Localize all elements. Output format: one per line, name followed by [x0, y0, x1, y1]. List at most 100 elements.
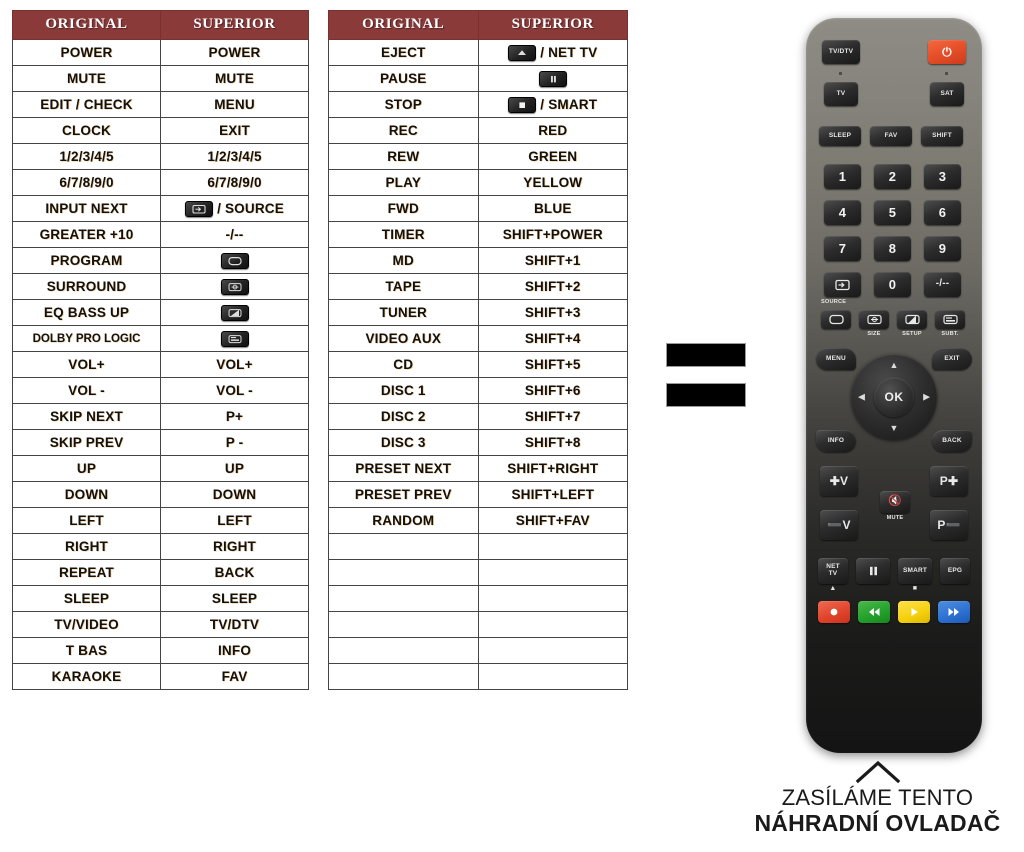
- remote-button-subtitle[interactable]: [935, 310, 965, 329]
- setup-keycap-icon: [220, 278, 249, 295]
- remote-button-5[interactable]: 5: [874, 200, 911, 225]
- stop-icon: ■: [912, 585, 918, 592]
- remote-button-program-up[interactable]: P ✚: [930, 466, 968, 496]
- remote-button-source[interactable]: [824, 272, 861, 297]
- remote-button-power[interactable]: ⏻: [928, 40, 966, 64]
- cell-original: 6/7/8/9/0: [12, 169, 161, 196]
- stop-keycap-icon: [508, 96, 537, 113]
- remote-button-mute[interactable]: 🔇: [880, 491, 910, 513]
- setup-icon: [904, 314, 920, 325]
- remote-button-2[interactable]: 2: [874, 164, 911, 189]
- dpad-right-icon[interactable]: ▶: [923, 392, 930, 402]
- size-keycap-icon: [220, 252, 249, 269]
- remote-button-8[interactable]: 8: [874, 236, 911, 261]
- remote-button-volume-down[interactable]: ➖ V: [820, 510, 858, 540]
- dpad-up-icon[interactable]: ▲: [890, 361, 899, 370]
- table-row: REW GREEN: [328, 143, 628, 170]
- remote-button-sat[interactable]: SAT: [930, 82, 964, 106]
- cell-superior: SHIFT+2: [477, 273, 628, 300]
- remote-button-fav[interactable]: FAV: [870, 126, 912, 146]
- remote-button-sleep[interactable]: SLEEP: [819, 126, 861, 146]
- cell-superior: [160, 299, 309, 326]
- remote-button-4[interactable]: 4: [824, 200, 861, 225]
- table-row: POWER POWER: [12, 39, 309, 66]
- table-row: MD SHIFT+1: [328, 247, 628, 274]
- cell-superior: GREEN: [477, 143, 628, 170]
- cell-superior-text: / SOURCE: [217, 201, 284, 216]
- cell-superior: SHIFT+POWER: [477, 221, 628, 248]
- cell-superior: [477, 533, 628, 560]
- table-row: EJECT / NET TV: [328, 39, 628, 66]
- cell-original: POWER: [12, 39, 161, 66]
- remote-button-epg[interactable]: EPG: [940, 558, 970, 584]
- caption-block: ZASÍLÁME TENTO NÁHRADNÍ OVLADAČ: [735, 760, 1020, 838]
- cell-original: GREATER +10: [12, 221, 161, 248]
- remote-button-smart[interactable]: SMART: [898, 558, 932, 584]
- cell-original: PRESET NEXT: [328, 455, 479, 482]
- cell-original: FWD: [328, 195, 479, 222]
- remote-button-size[interactable]: [859, 310, 889, 329]
- cell-superior: BACK: [160, 559, 309, 586]
- cell-superior: YELLOW: [477, 169, 628, 196]
- remote-button-setup[interactable]: [897, 310, 927, 329]
- dpad-down-icon[interactable]: ▼: [890, 424, 899, 433]
- remote-button-pause[interactable]: [856, 558, 890, 584]
- pause-keycap-icon: [538, 70, 567, 87]
- remote-button-tv[interactable]: TV: [824, 82, 858, 106]
- cell-original: DOLBY PRO LOGIC: [12, 325, 161, 352]
- cell-original: SKIP PREV: [12, 429, 161, 456]
- cell-original: 1/2/3/4/5: [12, 143, 161, 170]
- dpad-left-icon[interactable]: ◀: [858, 392, 865, 402]
- table-row: [328, 611, 628, 638]
- eject-keycap-icon: [508, 44, 537, 61]
- table-row: TAPE SHIFT+2: [328, 273, 628, 300]
- remote-button-menu[interactable]: MENU: [816, 348, 856, 370]
- cell-original: [328, 611, 479, 638]
- remote-button-9[interactable]: 9: [924, 236, 961, 261]
- cell-superior: UP: [160, 455, 309, 482]
- cell-original: [328, 585, 479, 612]
- cell-superior: / SOURCE: [160, 195, 309, 222]
- cell-original: EQ BASS UP: [12, 299, 161, 326]
- subtitle-icon: [942, 314, 958, 325]
- cell-original: UP: [12, 455, 161, 482]
- remote-button-volume-up[interactable]: ✚ V: [820, 466, 858, 496]
- remote-button-program-down[interactable]: P ➖: [930, 510, 968, 540]
- remote-button-7[interactable]: 7: [824, 236, 861, 261]
- remote-button-dash[interactable]: -/--: [924, 272, 961, 297]
- remote-button-1[interactable]: 1: [824, 164, 861, 189]
- remote-button-tv-dtv[interactable]: TV/DTV: [822, 40, 860, 64]
- table-row: VOL+ VOL+: [12, 351, 309, 378]
- remote-body: TV/DTV ⏻ TV SAT SLEEP FAV SHIFT 1 2 3 4 …: [806, 18, 982, 753]
- cell-superior-text: / SMART: [540, 97, 598, 112]
- remote-button-0[interactable]: 0: [874, 272, 911, 297]
- remote-button-shift[interactable]: SHIFT: [921, 126, 963, 146]
- cell-original: DISC 3: [328, 429, 479, 456]
- mute-icon: 🔇: [888, 495, 902, 508]
- cell-superior: LEFT: [160, 507, 309, 534]
- cell-superior: [477, 559, 628, 586]
- cell-superior: BLUE: [477, 195, 628, 222]
- column-header-superior: SUPERIOR: [160, 10, 309, 40]
- remote-button-info[interactable]: INFO: [816, 430, 856, 452]
- remote-dpad[interactable]: ▲ ▼ ◀ ▶ OK: [851, 354, 937, 440]
- plus-icon: ✚: [947, 473, 959, 488]
- remote-button-rewind[interactable]: [858, 601, 890, 623]
- cell-superior: [160, 273, 309, 300]
- cell-original: VOL+: [12, 351, 161, 378]
- remote-button-6[interactable]: 6: [924, 200, 961, 225]
- remote-button-exit[interactable]: EXIT: [932, 348, 972, 370]
- remote-button-net-tv[interactable]: NET TV: [818, 558, 848, 584]
- remote-button-3[interactable]: 3: [924, 164, 961, 189]
- table-row: 1/2/3/4/5 1/2/3/4/5: [12, 143, 309, 170]
- remote-button-back[interactable]: BACK: [932, 430, 972, 452]
- remote-button-play[interactable]: [898, 601, 930, 623]
- remote-button-forward[interactable]: [938, 601, 970, 623]
- cell-original: TUNER: [328, 299, 479, 326]
- redaction-bars: [666, 343, 746, 423]
- remote-button-record[interactable]: [818, 601, 850, 623]
- remote-button-ok[interactable]: OK: [874, 377, 914, 417]
- cell-original: SURROUND: [12, 273, 161, 300]
- remote-button-aspect[interactable]: [821, 310, 851, 329]
- table-row: PRESET PREV SHIFT+LEFT: [328, 481, 628, 508]
